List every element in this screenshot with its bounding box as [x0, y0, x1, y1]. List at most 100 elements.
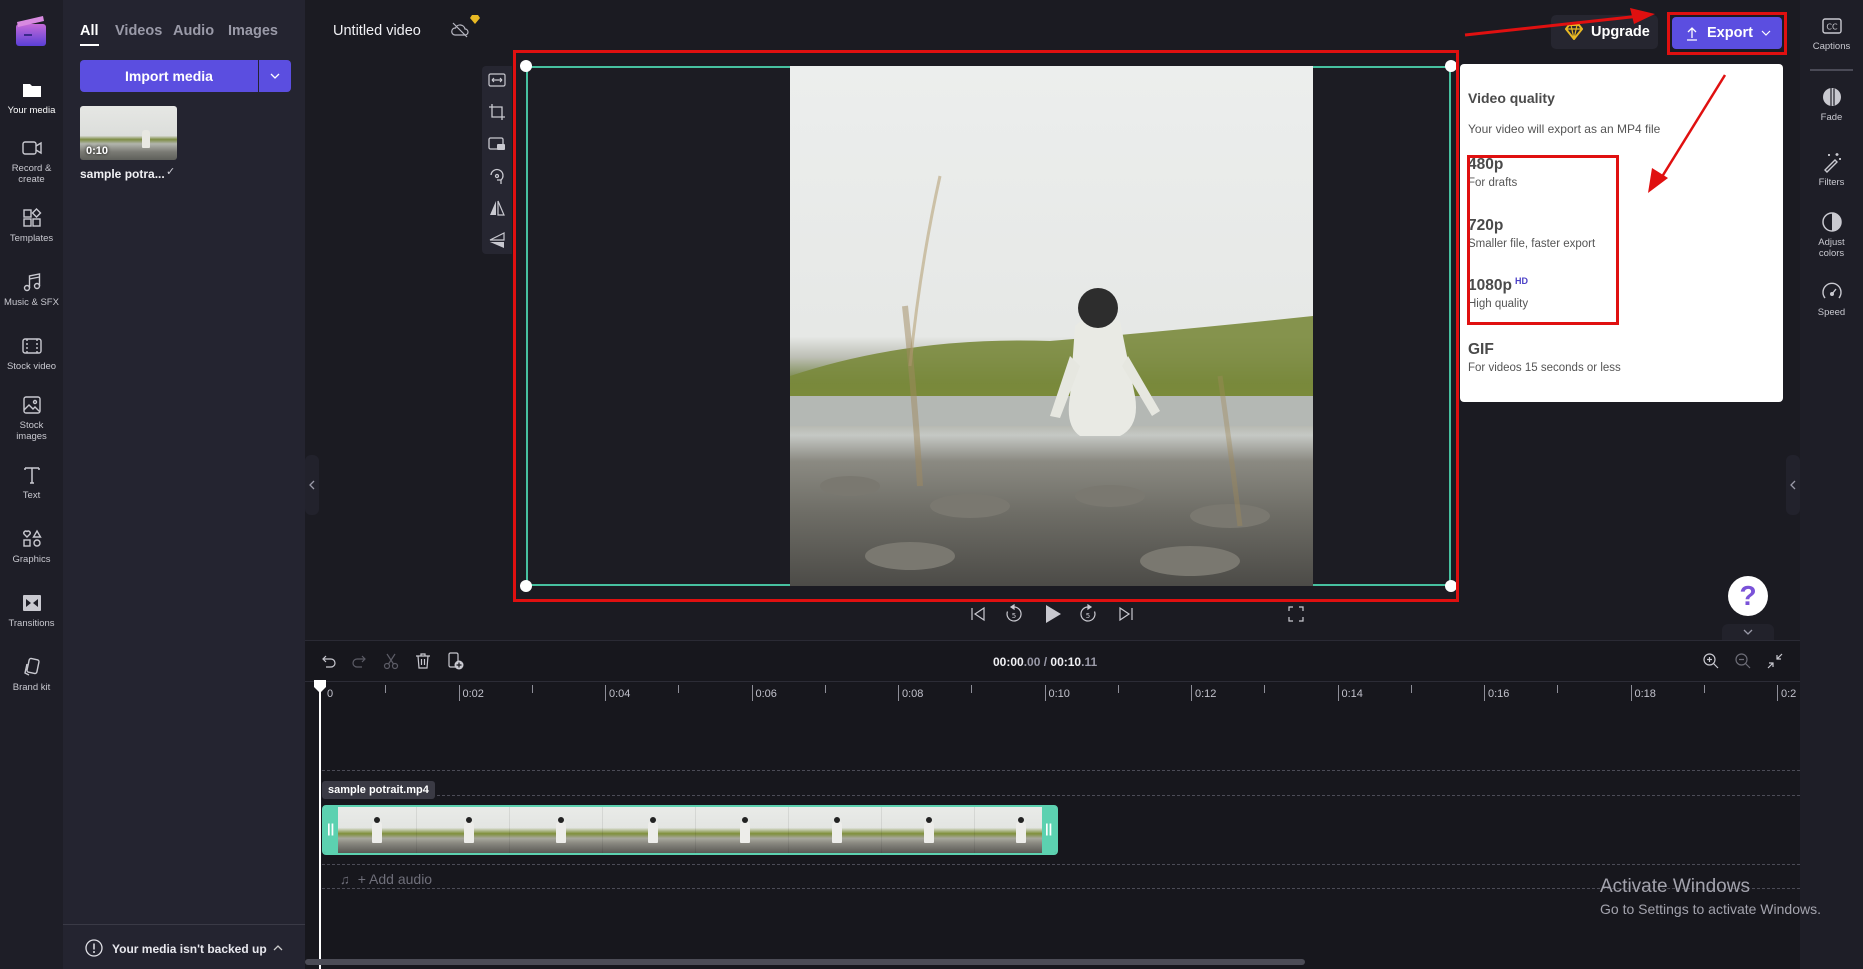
collapse-left-panel-button[interactable]: [305, 455, 319, 515]
nav-your-media[interactable]: Your media: [0, 78, 63, 116]
nav-music-sfx[interactable]: Music & SFX: [0, 270, 63, 308]
timeline-scrollbar[interactable]: [305, 959, 1305, 965]
import-options-dropdown[interactable]: [259, 60, 291, 92]
fit-timeline-button[interactable]: [1765, 651, 1785, 671]
clip-frame-figure: [464, 817, 474, 843]
ruler-minor-tick: [531, 685, 533, 693]
export-menu-title: Video quality: [1468, 90, 1555, 106]
nav-text[interactable]: Text: [0, 463, 63, 501]
collapse-help-button[interactable]: [1722, 624, 1774, 640]
playhead[interactable]: [319, 686, 321, 969]
ruler-label: 0:04: [609, 688, 631, 700]
nav-brand-kit[interactable]: Brand kit: [0, 655, 63, 693]
playhead-handle[interactable]: [313, 679, 327, 693]
transitions-icon: [20, 591, 44, 615]
video-clip[interactable]: [322, 805, 1058, 855]
export-option-720p[interactable]: 720p Smaller file, faster export: [1468, 217, 1768, 250]
nav-templates[interactable]: Templates: [0, 206, 63, 244]
export-button[interactable]: Export: [1672, 17, 1782, 49]
play-button[interactable]: [1042, 603, 1064, 625]
ruler-label: 0: [327, 688, 334, 700]
ruler-label: 0:06: [755, 688, 777, 700]
resize-handle-bottom-right[interactable]: [1445, 580, 1457, 592]
picture-in-picture-icon[interactable]: [487, 134, 507, 154]
clip-trim-start-handle[interactable]: [324, 807, 338, 853]
delete-button[interactable]: [413, 651, 433, 671]
rotate-icon[interactable]: [487, 166, 507, 186]
chevron-down-icon: [270, 73, 280, 79]
chevron-down-icon: [1761, 30, 1771, 36]
speed-button[interactable]: Speed: [1800, 280, 1863, 318]
collapse-right-panel-button[interactable]: [1786, 455, 1800, 515]
clipchamp-logo-icon[interactable]: [14, 14, 48, 48]
export-menu-subtitle: Your video will export as an MP4 file: [1468, 122, 1661, 136]
cloud-off-icon[interactable]: [450, 20, 470, 40]
clip-trim-end-handle[interactable]: [1042, 807, 1056, 853]
adjust-colors-button[interactable]: Adjust colors: [1800, 210, 1863, 259]
crop-icon[interactable]: [487, 102, 507, 122]
filters-button[interactable]: Filters: [1800, 150, 1863, 188]
image-icon: [20, 393, 44, 417]
chevron-up-icon: [273, 945, 283, 951]
add-audio-button[interactable]: ♫ + Add audio: [340, 871, 432, 887]
fit-icon[interactable]: [487, 70, 507, 90]
upgrade-button[interactable]: Upgrade: [1551, 15, 1658, 49]
chevron-left-icon: [1790, 480, 1796, 490]
skip-to-start-button[interactable]: [968, 604, 988, 624]
nav-stock-images[interactable]: Stock images: [0, 393, 63, 442]
nav-record-create[interactable]: Record & create: [0, 136, 63, 185]
media-panel: All Videos Audio Images Import media 0:1…: [63, 0, 305, 969]
ruler-minor-tick: [824, 685, 826, 693]
hd-badge: HD: [1514, 276, 1528, 286]
tab-audio[interactable]: Audio: [173, 23, 214, 39]
add-to-timeline-button[interactable]: [445, 651, 465, 671]
rewind-5s-button[interactable]: 5: [1004, 604, 1024, 624]
ruler-major-tick: [1777, 685, 1778, 701]
resize-handle-bottom-left[interactable]: [520, 580, 532, 592]
zoom-out-button[interactable]: [1733, 651, 1753, 671]
ruler-major-tick: [1191, 685, 1192, 701]
flip-vertical-icon[interactable]: [487, 230, 507, 250]
export-option-1080p[interactable]: 1080p HD High quality: [1468, 276, 1768, 310]
brand-kit-icon: [20, 655, 44, 679]
redo-button[interactable]: [350, 651, 370, 671]
nav-graphics[interactable]: Graphics: [0, 527, 63, 565]
clip-frame-figure: [740, 817, 750, 843]
fade-button[interactable]: Fade: [1800, 85, 1863, 123]
tab-images[interactable]: Images: [228, 23, 278, 39]
backup-notice[interactable]: Your media isn't backed up: [63, 924, 305, 969]
ruler-minor-tick: [971, 685, 973, 693]
export-option-480p[interactable]: 480p For drafts: [1468, 156, 1768, 189]
clip-frame-figure: [372, 817, 382, 843]
tab-all[interactable]: All: [80, 23, 99, 46]
import-media-button[interactable]: Import media: [80, 60, 258, 92]
resize-handle-top-right[interactable]: [1445, 60, 1457, 72]
forward-5s-button[interactable]: 5: [1078, 604, 1098, 624]
captions-button[interactable]: CC Captions: [1800, 14, 1863, 52]
premium-diamond-icon: [470, 15, 480, 24]
video-preview[interactable]: [790, 66, 1313, 586]
nav-stock-video[interactable]: Stock video: [0, 334, 63, 372]
ruler-minor-tick: [678, 685, 680, 693]
skip-to-end-button[interactable]: [1116, 604, 1136, 624]
divider: [1810, 69, 1853, 71]
nav-transitions[interactable]: Transitions: [0, 591, 63, 629]
help-button[interactable]: ?: [1728, 576, 1768, 616]
ruler-label: 0:18: [1634, 688, 1656, 700]
flip-horizontal-icon[interactable]: [487, 198, 507, 218]
chevron-down-icon: [1743, 629, 1753, 635]
ruler-major-tick: [1630, 685, 1632, 701]
ruler-minor-tick: [1117, 685, 1119, 693]
media-thumbnail[interactable]: 0:10: [80, 106, 177, 160]
tab-videos[interactable]: Videos: [115, 23, 162, 39]
resize-handle-top-left[interactable]: [520, 60, 532, 72]
export-option-gif[interactable]: GIF For videos 15 seconds or less: [1468, 341, 1768, 374]
zoom-in-button[interactable]: [1701, 651, 1721, 671]
checkmark-icon: ✓: [166, 166, 176, 178]
fullscreen-button[interactable]: [1286, 604, 1306, 624]
split-button[interactable]: [381, 651, 401, 671]
preview-toolbar: [482, 66, 512, 254]
project-title[interactable]: Untitled video: [333, 23, 421, 39]
ruler-label: 0:08: [902, 688, 924, 700]
undo-button[interactable]: [318, 651, 338, 671]
